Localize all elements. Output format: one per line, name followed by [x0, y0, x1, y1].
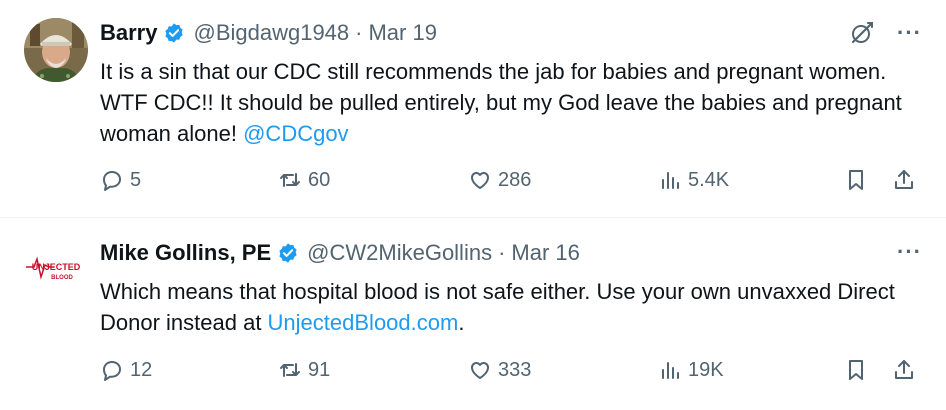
- reply-icon: [103, 171, 121, 191]
- more-icon[interactable]: ···: [897, 241, 922, 263]
- like-count: 286: [498, 168, 532, 191]
- tweet-date[interactable]: Mar 16: [511, 240, 579, 266]
- tweet-actions: 12 91 333 19K: [100, 358, 920, 388]
- view-count: 5.4K: [688, 168, 730, 191]
- views-button[interactable]: 5.4K: [658, 168, 729, 192]
- avatar[interactable]: UNJECTED BLOOD: [24, 239, 88, 303]
- tweet-text-end: .: [458, 310, 465, 335]
- tweet-header: Barry @Bigdawg1948 · Mar 19: [100, 20, 437, 46]
- avatar[interactable]: [24, 18, 88, 82]
- views-icon: [662, 172, 679, 189]
- mention-link[interactable]: @CDCgov: [243, 121, 348, 146]
- bookmark-icon: [849, 170, 863, 190]
- like-count: 333: [498, 358, 532, 381]
- retweet-button[interactable]: 91: [278, 358, 330, 382]
- share-button[interactable]: [892, 168, 916, 192]
- like-icon: [471, 172, 489, 189]
- views-icon: [662, 362, 679, 379]
- tweet-2[interactable]: UNJECTED BLOOD Mike Gollins, PE @CW2Mike…: [0, 218, 946, 410]
- bookmark-button[interactable]: [844, 168, 868, 192]
- like-button[interactable]: 286: [468, 168, 531, 192]
- grok-icon[interactable]: [849, 20, 875, 46]
- like-icon: [471, 362, 489, 379]
- tweet-actions: 5 60 286 5.4K: [100, 168, 920, 198]
- view-count: 19K: [688, 358, 724, 381]
- tweet-date[interactable]: Mar 19: [368, 20, 436, 46]
- user-handle[interactable]: @CW2MikeGollins: [307, 240, 492, 266]
- logo-text-bottom: BLOOD: [51, 275, 73, 281]
- unjected-blood-logo: UNJECTED BLOOD: [24, 239, 88, 303]
- display-name[interactable]: Mike Gollins, PE: [100, 240, 271, 266]
- retweet-count: 91: [308, 358, 331, 381]
- tweet-text: It is a sin that our CDC still recommend…: [100, 56, 910, 149]
- verified-badge-icon: [165, 23, 184, 43]
- separator-dot: ·: [498, 240, 506, 265]
- reply-button[interactable]: 12: [100, 358, 152, 382]
- display-name[interactable]: Barry: [100, 20, 157, 46]
- user-handle[interactable]: @Bigdawg1948: [193, 20, 349, 46]
- tweet-text: Which means that hospital blood is not s…: [100, 276, 910, 338]
- tweet-top-icons: ···: [849, 20, 922, 46]
- retweet-count: 60: [308, 168, 331, 191]
- share-button[interactable]: [892, 358, 916, 382]
- tweet-top-icons: ···: [897, 241, 922, 263]
- retweet-button[interactable]: 60: [278, 168, 330, 192]
- verified-badge-icon: [279, 243, 297, 263]
- share-icon: [895, 170, 913, 189]
- tweet-1[interactable]: Barry @Bigdawg1948 · Mar 19 ··· It is a …: [0, 0, 946, 218]
- views-button[interactable]: 19K: [658, 358, 724, 382]
- separator-dot: ·: [355, 20, 363, 45]
- bookmark-icon: [849, 360, 863, 380]
- bookmark-button[interactable]: [844, 358, 868, 382]
- tweet-header: Mike Gollins, PE @CW2MikeGollins · Mar 1…: [100, 240, 580, 266]
- retweet-icon: [280, 173, 300, 187]
- more-icon[interactable]: ···: [897, 22, 922, 44]
- website-link[interactable]: UnjectedBlood.com: [268, 310, 459, 335]
- reply-icon: [103, 361, 121, 381]
- like-button[interactable]: 333: [468, 358, 531, 382]
- share-icon: [895, 360, 913, 379]
- tweet-text-main: It is a sin that our CDC still recommend…: [100, 59, 902, 146]
- reply-count: 12: [130, 358, 153, 381]
- reply-button[interactable]: 5: [100, 168, 141, 192]
- logo-text-top: UNJECTED: [32, 262, 81, 272]
- avatar-photo: [24, 18, 88, 82]
- reply-count: 5: [130, 168, 142, 191]
- retweet-icon: [280, 363, 300, 377]
- tweet-text-main: Which means that hospital blood is not s…: [100, 279, 895, 335]
